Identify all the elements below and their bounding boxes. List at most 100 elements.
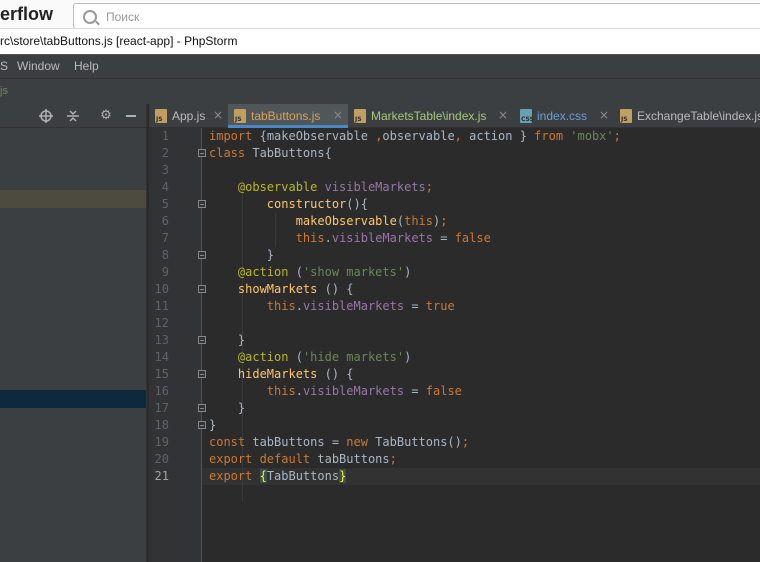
tab-label: ExchangeTable\index.js	[637, 109, 760, 123]
fold-marker-icon[interactable]	[198, 251, 206, 259]
code-token: visibleMarkets	[302, 299, 405, 313]
close-icon[interactable]: ×	[498, 108, 508, 122]
fold-marker-icon[interactable]	[198, 370, 206, 378]
fold-marker-icon[interactable]	[198, 404, 206, 412]
code-token: export	[209, 469, 260, 483]
line-number: 13	[154, 333, 169, 347]
code-line[interactable]: }	[209, 417, 621, 434]
code-line[interactable]: class TabButtons{	[209, 145, 621, 162]
code-token: )	[404, 265, 412, 279]
minimize-icon[interactable]	[124, 109, 138, 123]
code-token: }	[237, 401, 246, 415]
tab-index-css[interactable]: index.css ×	[514, 104, 614, 128]
code-content[interactable]: import {makeObservable ,observable, acti…	[209, 128, 621, 485]
code-token: @observable	[237, 180, 325, 194]
tab-label: App.js	[172, 109, 206, 123]
code-token: (	[295, 350, 303, 364]
line-number: 18	[154, 418, 169, 432]
navigation-bar: js	[0, 78, 760, 104]
code-line[interactable]: constructor(){	[209, 196, 621, 213]
code-token: export default	[209, 452, 318, 466]
code-token: false	[454, 231, 491, 245]
code-token: ;	[440, 214, 448, 228]
fold-marker-icon[interactable]	[198, 421, 206, 429]
tab-marketstable-index-js[interactable]: MarketsTable\index.js ×	[348, 104, 514, 128]
js-file-icon	[620, 109, 632, 123]
crosshair-icon[interactable]	[39, 109, 53, 123]
tab-tabbuttons-js[interactable]: tabButtons.js ×	[228, 104, 348, 128]
code-line[interactable]: @observable visibleMarkets;	[209, 179, 621, 196]
site-logo-partial: erflow	[0, 4, 54, 24]
code-line[interactable]: export {TabButtons}	[209, 468, 621, 485]
code-token: }	[339, 469, 347, 483]
breadcrumb[interactable]: js	[0, 85, 8, 97]
code-token: TabButtons	[266, 469, 340, 483]
code-token: =	[404, 299, 426, 313]
code-line[interactable]	[209, 162, 621, 179]
line-number: 4	[161, 180, 169, 194]
code-line[interactable]	[209, 315, 621, 332]
line-number: 15	[154, 367, 169, 381]
code-token: const	[209, 435, 253, 449]
code-token: }	[209, 418, 217, 432]
project-tree-row-selected[interactable]	[0, 390, 146, 408]
code-token: constructor	[266, 197, 347, 211]
css-file-icon	[520, 109, 534, 123]
menu-item-window[interactable]: Window	[17, 59, 60, 73]
collapse-icon[interactable]	[66, 109, 80, 123]
code-line[interactable]: this.visibleMarkets = false	[209, 383, 621, 400]
close-icon[interactable]: ×	[599, 108, 609, 122]
tab-exchangetable-index-js[interactable]: ExchangeTable\index.js	[614, 104, 760, 128]
line-number: 11	[154, 299, 169, 313]
code-token: ;	[613, 129, 621, 143]
code-token: 'show markets'	[302, 265, 405, 279]
code-editor[interactable]: 1 2 3 4 5 6 7 8 9 10 11 12 13 14 15 16 17 18 19 20 21 import…	[149, 128, 760, 562]
tab-app-js[interactable]: App.js ×	[149, 104, 228, 128]
code-line[interactable]: this.visibleMarkets = false	[209, 230, 621, 247]
code-token: () {	[324, 367, 354, 381]
menu-item-vcs[interactable]: S	[0, 59, 8, 73]
code-line[interactable]: hideMarkets () {	[209, 366, 621, 383]
code-token: }	[266, 248, 275, 262]
code-token: (){	[346, 197, 368, 211]
code-token: tabButtons =	[252, 435, 347, 449]
close-icon[interactable]: ×	[213, 108, 223, 122]
code-line[interactable]: export default tabButtons;	[209, 451, 621, 468]
line-number: 3	[161, 163, 169, 177]
gear-icon[interactable]: ⚙	[99, 109, 113, 123]
code-token: 'mobx'	[570, 129, 614, 143]
code-line[interactable]: this.visibleMarkets = true	[209, 298, 621, 315]
code-token: (	[295, 265, 303, 279]
code-token: }	[237, 333, 246, 347]
line-number: 17	[154, 401, 169, 415]
js-file-icon	[155, 109, 167, 123]
window-titlebar: rc\store\tabButtons.js [react-app] - Php…	[0, 28, 760, 54]
close-icon[interactable]: ×	[333, 108, 343, 122]
code-line[interactable]: const tabButtons = new TabButtons();	[209, 434, 621, 451]
fold-marker-icon[interactable]	[198, 200, 206, 208]
project-tree-row-highlighted[interactable]	[0, 190, 146, 208]
code-line[interactable]: }	[209, 247, 621, 264]
fold-marker-icon[interactable]	[198, 149, 206, 157]
code-line[interactable]: import {makeObservable ,observable, acti…	[209, 128, 621, 145]
editor-gutter: 1 2 3 4 5 6 7 8 9 10 11 12 13 14 15 16 17 18 19 20 21	[149, 128, 202, 562]
code-line[interactable]: makeObservable(this);	[209, 213, 621, 230]
editor-tabs: App.js × tabButtons.js × MarketsTable\in…	[149, 104, 760, 128]
fold-marker-icon[interactable]	[198, 285, 206, 293]
code-line[interactable]: }	[209, 332, 621, 349]
code-token: new	[346, 435, 376, 449]
code-line[interactable]: @action ('show markets')	[209, 264, 621, 281]
code-line[interactable]: @action ('hide markets')	[209, 349, 621, 366]
code-line[interactable]: }	[209, 400, 621, 417]
code-line[interactable]: showMarkets () {	[209, 281, 621, 298]
code-token: from	[534, 129, 571, 143]
browser-search-input[interactable]: Поиск	[73, 3, 760, 29]
menu-item-help[interactable]: Help	[74, 59, 99, 73]
fold-marker-icon[interactable]	[198, 336, 206, 344]
